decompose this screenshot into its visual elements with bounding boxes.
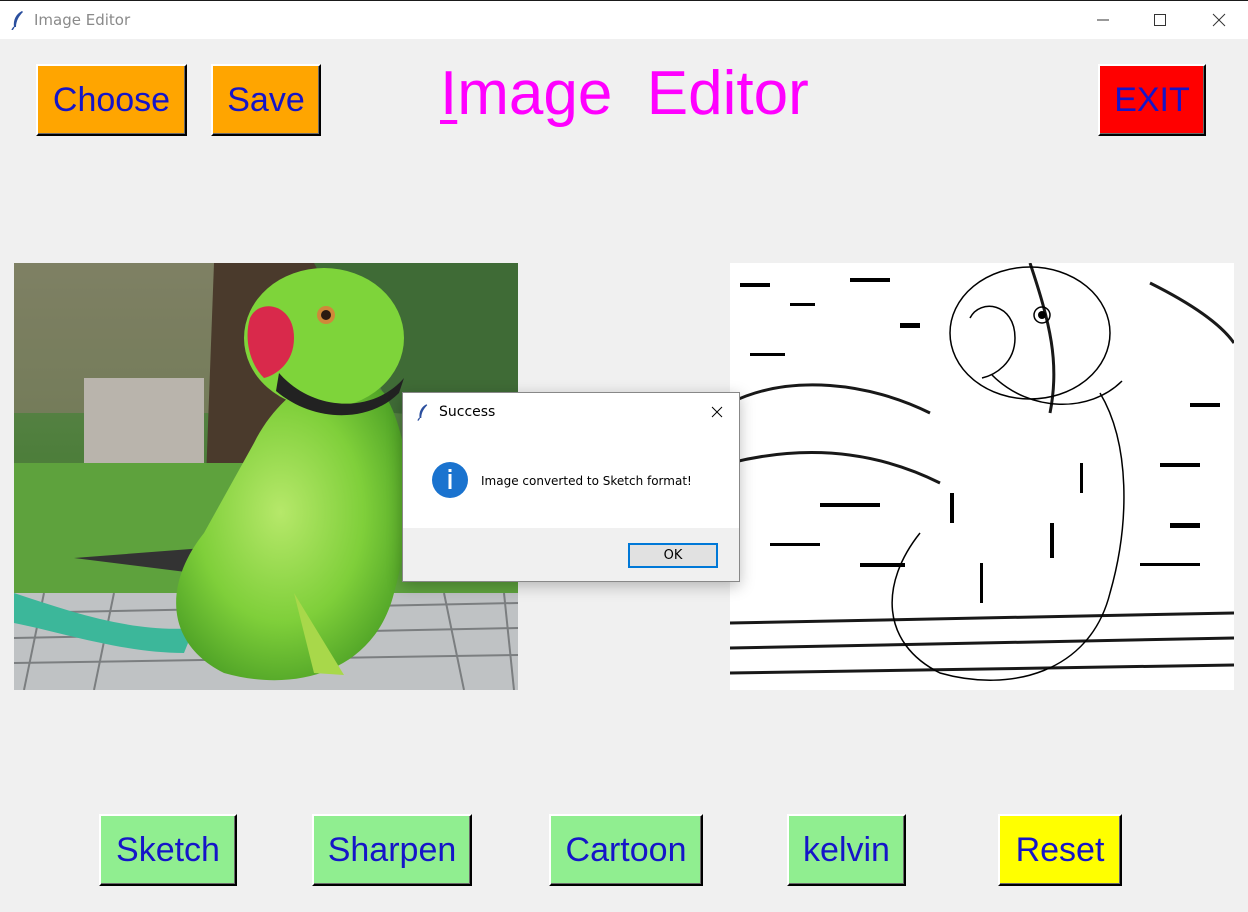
dialog-message: Image converted to Sketch format! bbox=[481, 474, 692, 488]
close-icon bbox=[1212, 13, 1226, 27]
dialog-close-button[interactable] bbox=[703, 401, 731, 423]
kelvin-button[interactable]: kelvin bbox=[787, 814, 906, 886]
save-button[interactable]: Save bbox=[211, 64, 321, 136]
sketch-button[interactable]: Sketch bbox=[99, 814, 237, 886]
info-icon bbox=[432, 462, 468, 498]
dialog-title: Success bbox=[439, 404, 496, 420]
page-title: Image Editor bbox=[440, 58, 809, 129]
ok-button[interactable]: OK bbox=[628, 543, 718, 568]
minimize-icon bbox=[1097, 19, 1109, 21]
cartoon-button[interactable]: Cartoon bbox=[549, 814, 703, 886]
feather-icon bbox=[417, 404, 428, 421]
page-title-first-letter: I bbox=[440, 59, 458, 128]
window-titlebar: Image Editor bbox=[0, 0, 1248, 39]
choose-button[interactable]: Choose bbox=[36, 64, 187, 136]
sharpen-button[interactable]: Sharpen bbox=[312, 814, 472, 886]
close-button[interactable] bbox=[1196, 1, 1242, 39]
window-title: Image Editor bbox=[34, 11, 131, 29]
success-dialog: Success Image converted to Sketch format… bbox=[402, 392, 740, 582]
page-title-rest: mage Editor bbox=[457, 59, 809, 128]
sketch-image bbox=[730, 263, 1234, 690]
close-icon bbox=[711, 406, 723, 418]
reset-button[interactable]: Reset bbox=[998, 814, 1122, 886]
minimize-button[interactable] bbox=[1080, 1, 1126, 39]
exit-button[interactable]: EXIT bbox=[1098, 64, 1206, 136]
maximize-button[interactable] bbox=[1137, 1, 1183, 39]
maximize-icon bbox=[1154, 14, 1166, 26]
feather-icon bbox=[11, 11, 23, 30]
